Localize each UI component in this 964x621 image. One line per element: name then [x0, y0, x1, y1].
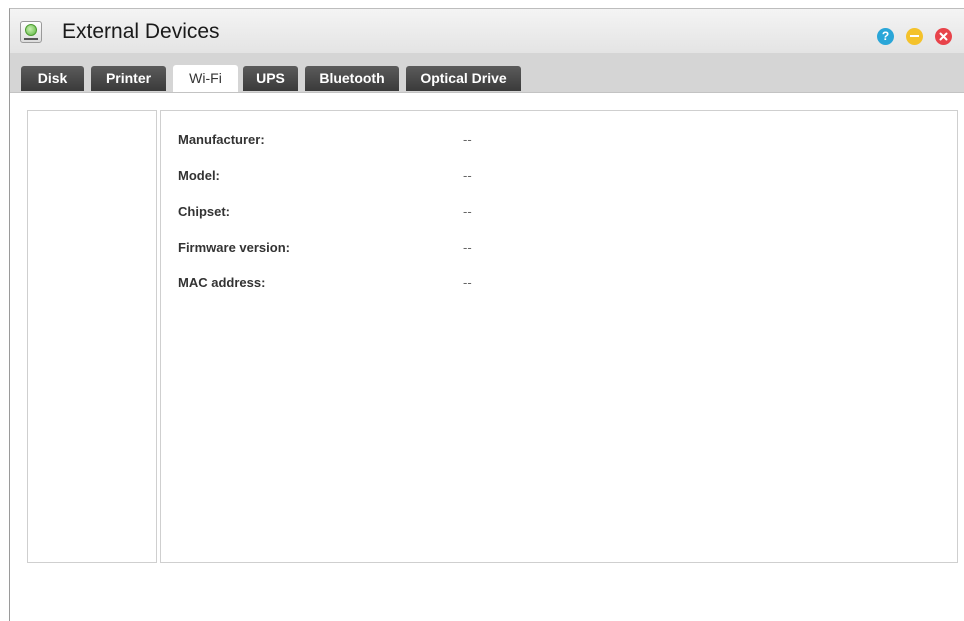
detail-label: Firmware version: [178, 240, 290, 255]
device-tab-bar: Disk Printer Wi-Fi UPS Bluetooth Optical… [10, 53, 964, 93]
detail-value: -- [463, 240, 472, 255]
detail-value: -- [463, 275, 472, 290]
tab-wifi[interactable]: Wi-Fi [173, 65, 238, 92]
device-list-panel[interactable] [27, 110, 157, 563]
detail-label: MAC address: [178, 275, 266, 290]
detail-value: -- [463, 132, 472, 147]
tab-bluetooth[interactable]: Bluetooth [305, 66, 399, 91]
detail-label: Chipset: [178, 204, 230, 219]
tab-disk[interactable]: Disk [21, 66, 84, 91]
device-details-panel: Manufacturer: -- Model: -- Chipset: -- F… [160, 110, 958, 563]
detail-value: -- [463, 204, 472, 219]
detail-value: -- [463, 168, 472, 183]
detail-label: Model: [178, 168, 220, 183]
external-devices-app-icon [20, 21, 42, 43]
minimize-icon[interactable] [906, 28, 923, 45]
title-bar: External Devices ? [10, 9, 964, 54]
disc-icon [25, 24, 37, 36]
window-title: External Devices [62, 20, 220, 43]
tab-optical-drive[interactable]: Optical Drive [406, 66, 521, 91]
help-icon[interactable]: ? [877, 28, 894, 45]
external-devices-window: External Devices ? Disk Printer Wi-Fi UP… [9, 8, 964, 621]
close-icon[interactable] [935, 28, 952, 45]
tab-printer[interactable]: Printer [91, 66, 166, 91]
detail-label: Manufacturer: [178, 132, 265, 147]
tab-ups[interactable]: UPS [243, 66, 298, 91]
